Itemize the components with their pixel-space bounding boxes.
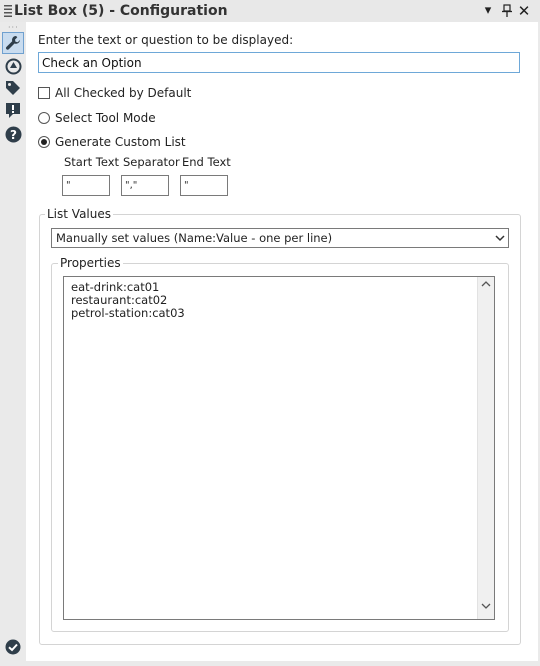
generate-custom-list-radio[interactable] <box>38 136 50 148</box>
help-icon[interactable]: ? <box>3 124 23 144</box>
wrench-icon[interactable] <box>2 32 24 54</box>
scroll-up-icon[interactable] <box>478 279 494 295</box>
scroll-down-icon[interactable] <box>478 601 494 617</box>
start-text-label: Start Text <box>64 155 120 169</box>
grip-icon <box>4 5 12 17</box>
list-values-legend: List Values <box>45 207 113 221</box>
svg-text:?: ? <box>10 128 17 142</box>
radio-selected-dot <box>41 139 47 145</box>
comment-alert-icon[interactable] <box>3 100 23 120</box>
properties-lines: eat-drink:cat01 restaurant:cat02 petrol-… <box>71 281 185 320</box>
select-tool-mode-label: Select Tool Mode <box>55 111 156 125</box>
properties-textarea[interactable]: eat-drink:cat01 restaurant:cat02 petrol-… <box>63 276 495 620</box>
end-text-input[interactable] <box>180 175 228 196</box>
pin-icon[interactable] <box>499 3 515 19</box>
separator-input[interactable] <box>121 175 169 196</box>
close-icon[interactable]: ✕ <box>516 3 532 19</box>
rail-grip-icon: ··· <box>8 23 19 32</box>
all-checked-checkbox[interactable] <box>38 87 50 99</box>
check-circle-icon[interactable] <box>3 637 23 657</box>
select-tool-mode-radio[interactable] <box>38 112 50 124</box>
end-text-label: End Text <box>182 155 231 169</box>
dropdown-selected-value: Manually set values (Name:Value - one pe… <box>56 231 333 245</box>
prompt-label: Enter the text or question to be display… <box>38 33 294 47</box>
prompt-input[interactable] <box>38 52 520 73</box>
vertical-scrollbar[interactable] <box>477 277 494 619</box>
property-line: petrol-station:cat03 <box>71 306 185 320</box>
list-values-dropdown[interactable]: Manually set values (Name:Value - one pe… <box>51 228 509 248</box>
chevron-down-icon[interactable]: ▾ <box>480 3 496 19</box>
target-icon[interactable] <box>3 56 23 76</box>
title-bar: List Box (5) - Configuration ▾ ✕ <box>0 0 540 22</box>
generate-custom-list-label: Generate Custom List <box>55 135 186 149</box>
all-checked-label: All Checked by Default <box>55 86 192 100</box>
tool-rail: ··· ? <box>0 22 24 666</box>
tag-icon[interactable] <box>3 78 23 98</box>
properties-legend: Properties <box>58 256 123 270</box>
separator-label: Separator <box>123 155 180 169</box>
chevron-down-icon <box>495 231 505 248</box>
window-title: List Box (5) - Configuration <box>14 3 228 19</box>
start-text-input[interactable] <box>62 175 110 196</box>
